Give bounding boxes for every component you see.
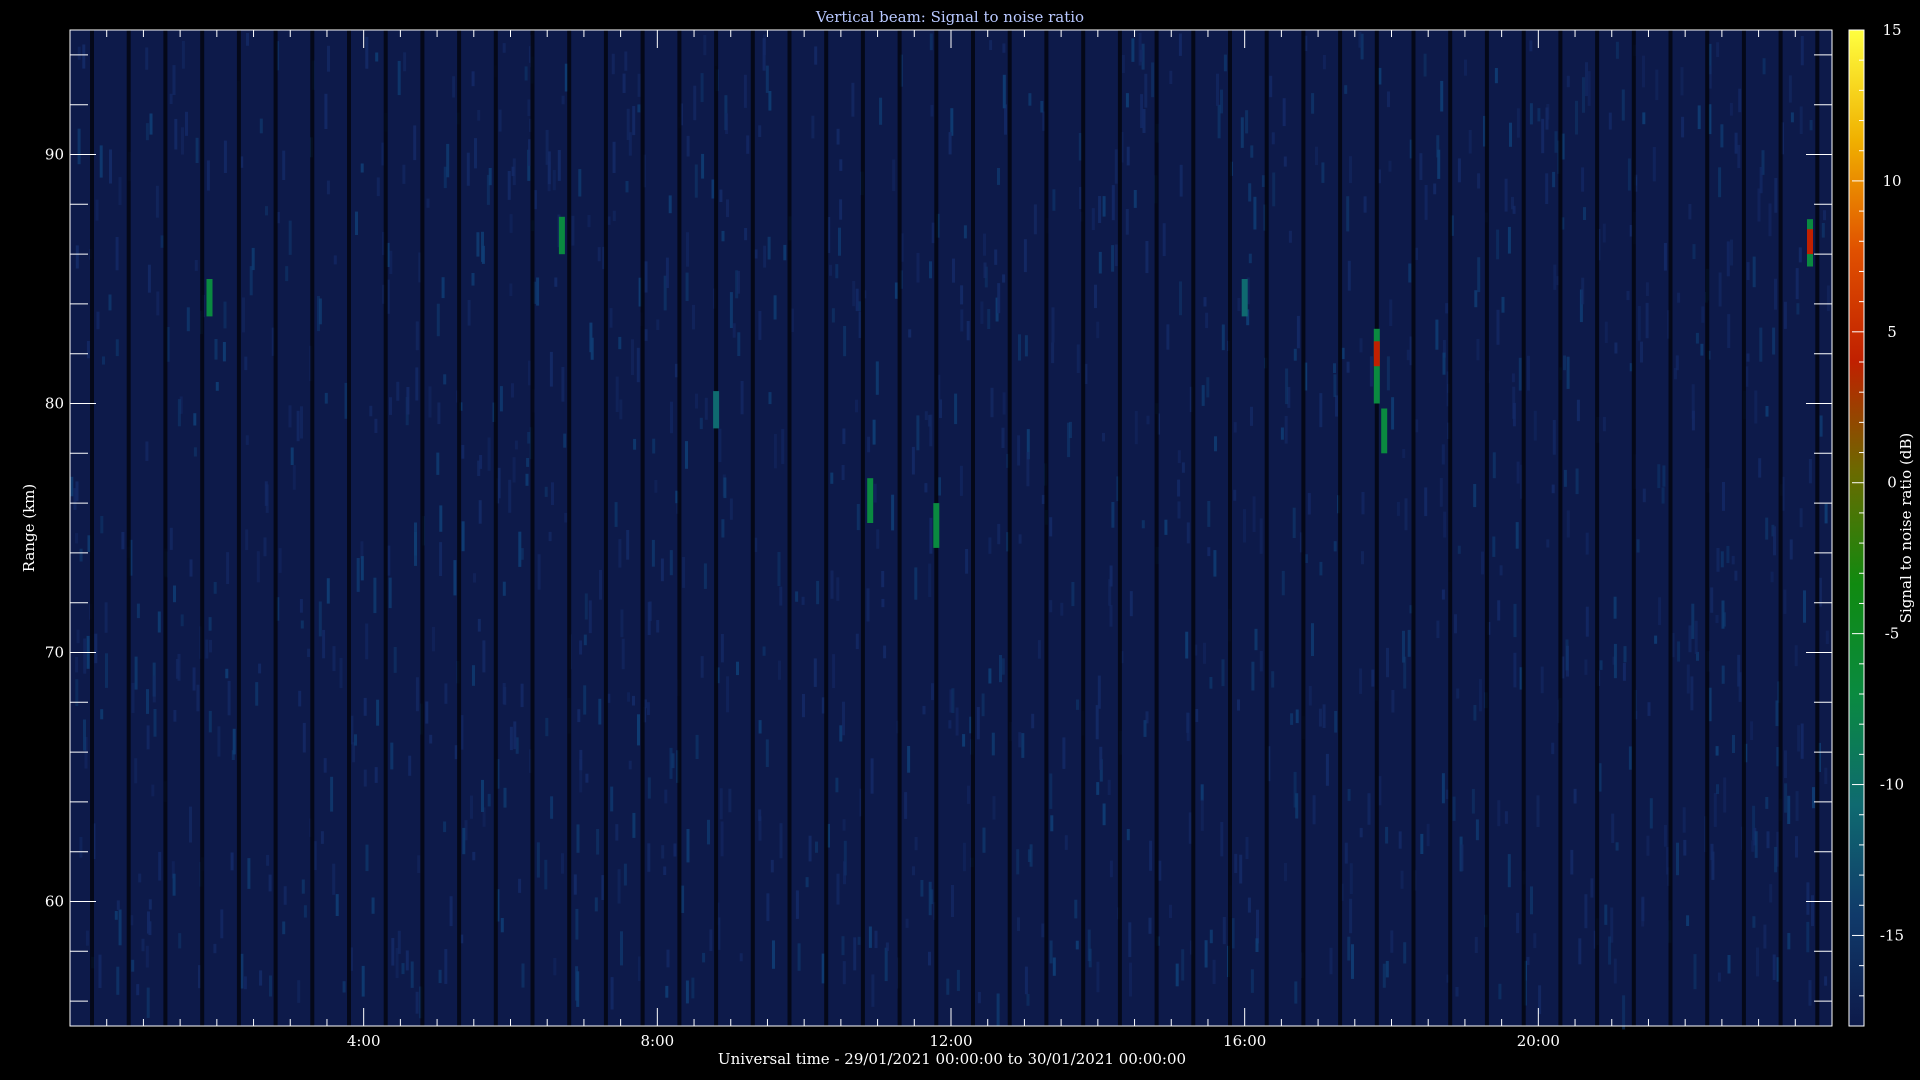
y-tick-label: 60: [45, 893, 64, 911]
echo-mark: [1807, 229, 1813, 255]
x-tick-label: 4:00: [347, 1032, 381, 1050]
colorbar-tick-label: -15: [1880, 926, 1904, 944]
echo-mark: [1381, 408, 1388, 454]
colorbar-tick-label: 0: [1887, 474, 1897, 492]
echo-mark: [558, 216, 565, 255]
x-tick-label: 20:00: [1517, 1032, 1560, 1050]
plot-area: [69, 29, 1833, 1030]
echo-mark: [933, 503, 940, 548]
echo-mark: [1373, 341, 1380, 367]
echo-mark: [713, 391, 720, 429]
colorbar-tick-label: 15: [1882, 21, 1901, 39]
colorbar-tick-label: -5: [1885, 625, 1900, 643]
y-tick-label: 90: [45, 146, 64, 164]
colorbar-tick-label: 5: [1887, 323, 1897, 341]
x-axis-label: Universal time - 29/01/2021 00:00:00 to …: [718, 1050, 1186, 1068]
y-tick-label: 70: [45, 644, 64, 662]
snr-heatmap-chart: Vertical beam: Signal to noise ratio 4:0…: [20, 8, 1915, 1068]
echo-mark: [1241, 279, 1248, 317]
y-tick-label: 80: [45, 395, 64, 413]
chart-title: Vertical beam: Signal to noise ratio: [815, 8, 1084, 26]
echo-mark: [867, 478, 874, 523]
echo-mark: [206, 279, 213, 317]
y-axis-label: Range (km): [20, 484, 38, 573]
x-tick-label: 8:00: [640, 1032, 674, 1050]
x-tick-label: 12:00: [929, 1032, 972, 1050]
colorbar-tick-label: 10: [1882, 172, 1901, 190]
x-tick-label: 16:00: [1223, 1032, 1266, 1050]
colorbar-scale: [1848, 29, 1865, 1027]
colorbar-label: Signal to noise ratio (dB): [1897, 433, 1915, 624]
colorbar-tick-label: -10: [1880, 776, 1904, 794]
colorbar: 15 10 5 0 -5 -10 -15: [1848, 21, 1904, 1027]
